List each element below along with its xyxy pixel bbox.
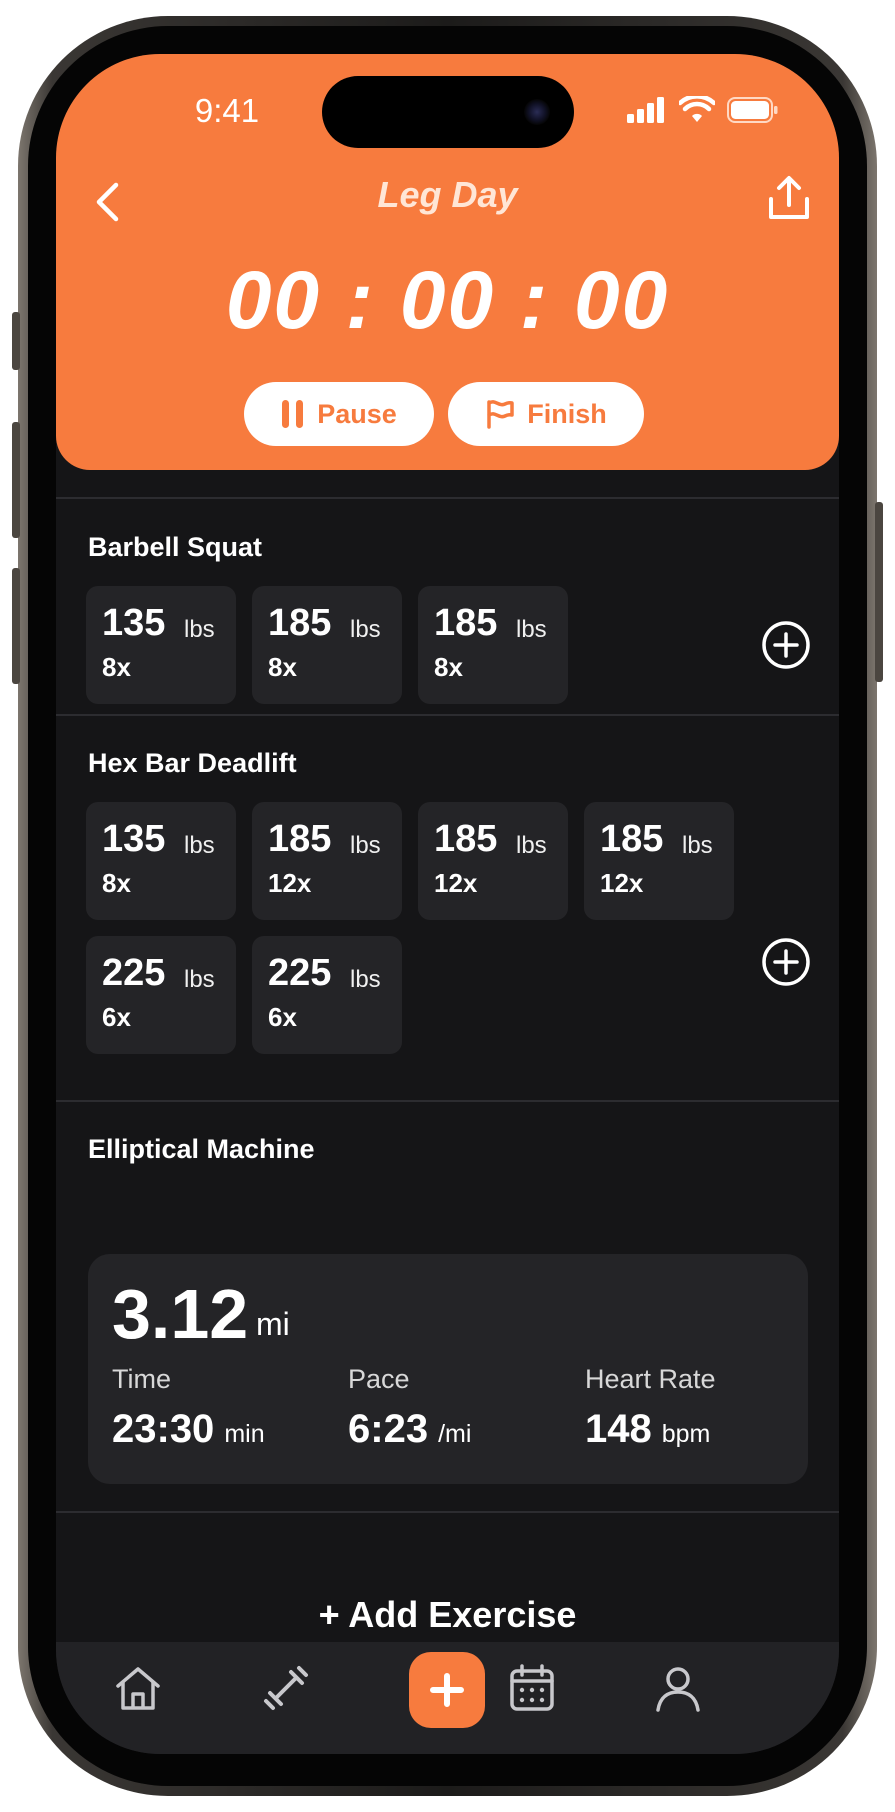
set-card[interactable]: 135 lbs 8x: [86, 802, 236, 920]
tab-calendar[interactable]: [500, 1656, 564, 1720]
flag-icon: [487, 400, 514, 429]
set-card[interactable]: 185 lbs 12x: [418, 802, 568, 920]
set-reps: 12x: [600, 868, 644, 898]
power-button: [875, 502, 883, 682]
set-reps: 8x: [268, 652, 297, 682]
app-screen: 9:41 Leg Day 00: 00: 00 Pause Finish B…: [56, 54, 839, 1754]
workout-title: Leg Day: [377, 174, 518, 215]
set-reps: 8x: [102, 652, 131, 682]
finish-button[interactable]: Finish: [448, 382, 644, 446]
mute-switch: [12, 312, 20, 370]
set-reps: 8x: [434, 652, 463, 682]
set-reps: 12x: [268, 868, 312, 898]
set-card[interactable]: 185 lbs 8x: [418, 586, 568, 704]
home-icon: [116, 1667, 160, 1710]
set-card[interactable]: 185 lbs 8x: [252, 586, 402, 704]
metric-number: 6:23: [348, 1407, 429, 1451]
pause-label: Pause: [317, 398, 397, 429]
set-card[interactable]: 135 lbs 8x: [86, 586, 236, 704]
exercise-title: Elliptical Machine: [88, 1134, 315, 1164]
finish-label: Finish: [527, 398, 607, 429]
set-unit: lbs: [516, 616, 547, 643]
set-card[interactable]: 185 lbs 12x: [584, 802, 734, 920]
volume-up-button: [12, 422, 20, 538]
set-weight: 185: [434, 818, 498, 860]
cardio-card[interactable]: 3.12 mi Time 23:30 min Pace 6:23 /mi Hea…: [88, 1254, 808, 1484]
metric-pace: Pace 6:23 /mi: [348, 1364, 471, 1452]
set-weight: 135: [102, 602, 166, 644]
set-unit: lbs: [682, 832, 713, 859]
set-weight: 225: [102, 952, 166, 994]
set-unit: lbs: [350, 832, 381, 859]
add-set-icon[interactable]: [761, 620, 811, 670]
cardio-distance: 3.12: [112, 1275, 249, 1353]
exercise-title: Hex Bar Deadlift: [88, 748, 297, 778]
plus-icon: [430, 1673, 464, 1707]
pause-icon: [282, 400, 304, 428]
workout-timer: 00 : 00 : 00: [225, 255, 670, 346]
calendar-icon: [510, 1664, 554, 1711]
divider: [56, 714, 839, 716]
metric-number: 148: [585, 1407, 652, 1451]
set-card[interactable]: 185 lbs 12x: [252, 802, 402, 920]
add-set-icon[interactable]: [761, 937, 811, 987]
set-unit: lbs: [516, 832, 547, 859]
cardio-distance-unit: mi: [256, 1306, 290, 1342]
metric-number: 23:30: [112, 1407, 215, 1451]
metric-label: Pace: [348, 1364, 410, 1394]
status-time: 9:41: [194, 92, 260, 129]
set-weight: 225: [268, 952, 332, 994]
set-reps: 6x: [102, 1002, 131, 1032]
wifi-icon: [679, 96, 715, 122]
pause-button[interactable]: Pause: [244, 382, 434, 446]
set-reps: 8x: [102, 868, 131, 898]
tab-home[interactable]: [106, 1656, 170, 1720]
tab-add-button[interactable]: [409, 1652, 485, 1728]
battery-icon: [727, 97, 778, 123]
divider: [56, 1100, 839, 1102]
profile-icon: [656, 1667, 700, 1712]
metric-value: 23:30 min: [112, 1407, 265, 1452]
set-unit: lbs: [184, 616, 215, 643]
tab-workouts[interactable]: [254, 1656, 318, 1720]
metric-unit: min: [224, 1420, 265, 1448]
metric-time: Time 23:30 min: [112, 1364, 265, 1452]
set-weight: 185: [434, 602, 498, 644]
share-icon: [769, 176, 809, 219]
set-reps: 6x: [268, 1002, 297, 1032]
exercise-title: Barbell Squat: [88, 532, 263, 562]
add-exercise-button[interactable]: + Add Exercise: [56, 1594, 839, 1636]
metric-label: Heart Rate: [585, 1364, 716, 1394]
set-unit: lbs: [184, 832, 215, 859]
dynamic-island: [322, 76, 574, 148]
set-weight: 185: [600, 818, 664, 860]
tab-profile[interactable]: [646, 1656, 710, 1720]
cellular-signal-icon: [627, 97, 664, 123]
set-card[interactable]: 225 lbs 6x: [252, 936, 402, 1054]
divider: [56, 1511, 839, 1513]
set-unit: lbs: [184, 966, 215, 993]
set-unit: lbs: [350, 966, 381, 993]
set-unit: lbs: [350, 616, 381, 643]
share-button[interactable]: [759, 166, 819, 230]
dumbbell-icon: [264, 1666, 308, 1710]
metric-label: Time: [112, 1364, 171, 1394]
divider: [56, 497, 839, 499]
set-weight: 135: [102, 818, 166, 860]
tab-bar: [56, 1642, 839, 1754]
camera-icon: [524, 99, 550, 125]
metric-unit: /mi: [438, 1420, 472, 1448]
set-reps: 12x: [434, 868, 478, 898]
metric-value: 6:23 /mi: [348, 1407, 471, 1452]
status-icons: [627, 96, 779, 124]
set-weight: 185: [268, 602, 332, 644]
metric-value: 148 bpm: [585, 1407, 716, 1452]
metric-heart-rate: Heart Rate 148 bpm: [585, 1364, 716, 1452]
set-weight: 185: [268, 818, 332, 860]
set-card[interactable]: 225 lbs 6x: [86, 936, 236, 1054]
metric-unit: bpm: [661, 1420, 711, 1448]
volume-down-button: [12, 568, 20, 684]
